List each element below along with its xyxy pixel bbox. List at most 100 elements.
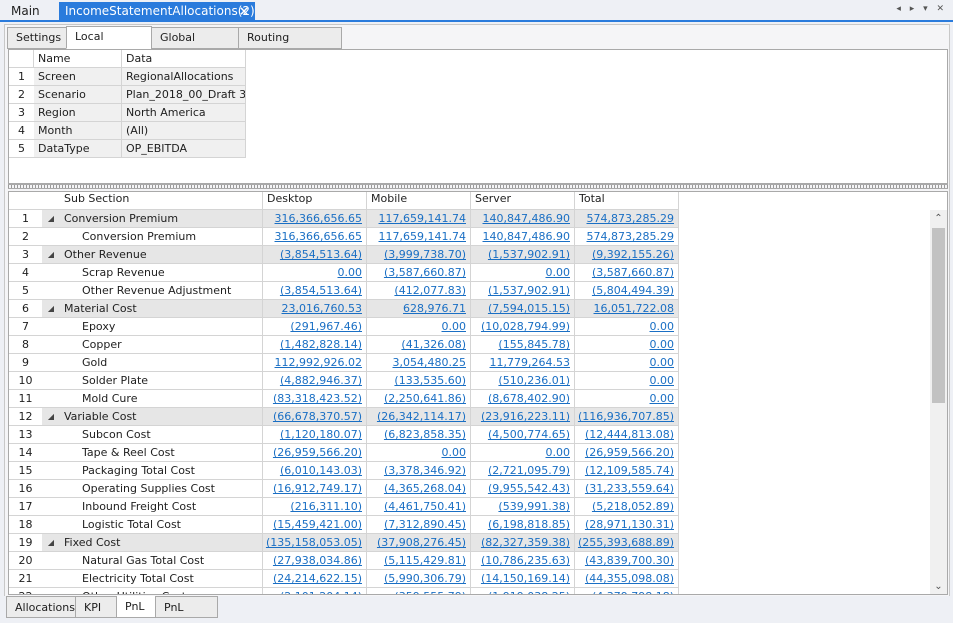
desktop-value-cell[interactable]: (1,120,180.07): [263, 426, 367, 444]
tab-main[interactable]: Main: [3, 2, 48, 22]
desktop-value-cell[interactable]: (66,678,370.57): [263, 408, 367, 426]
mobile-value-link[interactable]: (359,555.79): [394, 590, 466, 594]
mobile-value-link[interactable]: (3,587,660.87): [384, 266, 466, 279]
total-value-link[interactable]: (4,379,798.18): [592, 590, 674, 594]
group-row[interactable]: 1 ◢ Conversion Premium 316,366,656.65 117,65…: [9, 210, 931, 228]
total-value-cell[interactable]: 574,873,285.29: [575, 210, 679, 228]
desktop-value-cell[interactable]: (26,959,566.20): [263, 444, 367, 462]
desktop-value-link[interactable]: (24,214,622.15): [273, 572, 362, 585]
scroll-down-icon[interactable]: ⌄: [930, 578, 947, 594]
server-value-cell[interactable]: (539,991.38): [471, 498, 575, 516]
tab-kpi[interactable]: KPI: [75, 596, 117, 618]
server-value-cell[interactable]: (10,786,235.63): [471, 552, 575, 570]
mobile-value-link[interactable]: (4,365,268.04): [384, 482, 466, 495]
server-value-cell[interactable]: (8,678,402.90): [471, 390, 575, 408]
server-value-link[interactable]: 0.00: [546, 446, 571, 459]
mobile-value-link[interactable]: (5,115,429.81): [384, 554, 466, 567]
mobile-value-link[interactable]: 3,054,480.25: [393, 356, 466, 369]
total-value-cell[interactable]: 0.00: [575, 354, 679, 372]
total-value-link[interactable]: 574,873,285.29: [587, 212, 674, 225]
desktop-value-link[interactable]: 316,366,656.65: [275, 230, 362, 243]
group-row[interactable]: 12 ◢ Variable Cost (66,678,370.57) (26,342,1…: [9, 408, 931, 426]
desktop-value-link[interactable]: 0.00: [338, 266, 363, 279]
total-value-cell[interactable]: 0.00: [575, 318, 679, 336]
desktop-value-cell[interactable]: 23,016,760.53: [263, 300, 367, 318]
total-value-cell[interactable]: 574,873,285.29: [575, 228, 679, 246]
name-column-header[interactable]: Name: [34, 50, 122, 68]
mobile-value-link[interactable]: (412,077.83): [394, 284, 466, 297]
server-value-link[interactable]: (82,327,359.38): [481, 536, 570, 549]
tab-income-statement-allocations[interactable]: IncomeStatementAllocations(2) ×: [59, 2, 255, 22]
server-value-link[interactable]: (6,198,818.85): [488, 518, 570, 531]
mobile-value-cell[interactable]: (4,461,750.41): [367, 498, 471, 516]
server-value-link[interactable]: (1,537,902.91): [488, 248, 570, 261]
desktop-value-link[interactable]: (16,912,749.17): [273, 482, 362, 495]
desktop-value-cell[interactable]: (27,938,034.86): [263, 552, 367, 570]
total-value-link[interactable]: (43,839,700.30): [585, 554, 674, 567]
collapse-toggle-icon[interactable]: ◢: [42, 210, 60, 228]
factor-name[interactable]: Scenario: [34, 86, 122, 104]
desktop-value-link[interactable]: (3,854,513.64): [280, 284, 362, 297]
server-value-link[interactable]: (10,786,235.63): [481, 554, 570, 567]
desktop-value-link[interactable]: (3,854,513.64): [280, 248, 362, 261]
tab-routing-settings[interactable]: Routing Settings: [238, 27, 342, 64]
collapse-toggle-icon[interactable]: ◢: [42, 408, 60, 426]
mobile-value-link[interactable]: 117,659,141.74: [379, 212, 466, 225]
sub-section-name[interactable]: Conversion Premium: [60, 228, 263, 246]
server-value-link[interactable]: (10,028,794.99): [481, 320, 570, 333]
total-value-cell[interactable]: 0.00: [575, 372, 679, 390]
table-row[interactable]: 4 Scrap Revenue 0.00 (3,587,660.87) 0.00 (3,5…: [9, 264, 931, 282]
mobile-value-cell[interactable]: (133,535.60): [367, 372, 471, 390]
total-value-link[interactable]: (5,804,494.39): [592, 284, 674, 297]
group-row[interactable]: 19 ◢ Fixed Cost (135,158,053.05) (37,908,276…: [9, 534, 931, 552]
server-value-cell[interactable]: (510,236.01): [471, 372, 575, 390]
mobile-value-link[interactable]: (3,378,346.92): [384, 464, 466, 477]
mobile-value-link[interactable]: (7,312,890.45): [384, 518, 466, 531]
sub-section-name[interactable]: Logistic Total Cost: [60, 516, 263, 534]
total-value-cell[interactable]: (116,936,707.85): [575, 408, 679, 426]
table-row[interactable]: 17 Inbound Freight Cost (216,311.10) (4,461…: [9, 498, 931, 516]
table-row[interactable]: 5 Other Revenue Adjustment (3,854,513.64) (…: [9, 282, 931, 300]
server-value-link[interactable]: 11,779,264.53: [490, 356, 570, 369]
desktop-value-cell[interactable]: (135,158,053.05): [263, 534, 367, 552]
mobile-value-link[interactable]: 0.00: [442, 446, 467, 459]
table-row[interactable]: 7 Epoxy (291,967.46) 0.00 (10,028,794.99) 0.0…: [9, 318, 931, 336]
tab-scroll-controls[interactable]: ◂ ▸ ▾ ✕: [896, 4, 947, 14]
server-value-link[interactable]: (8,678,402.90): [488, 392, 570, 405]
mobile-value-link[interactable]: (2,250,641.86): [384, 392, 466, 405]
mobile-value-cell[interactable]: (4,365,268.04): [367, 480, 471, 498]
total-column-header[interactable]: Total: [575, 192, 679, 210]
server-value-link[interactable]: (1,919,038.25): [488, 590, 570, 594]
desktop-value-cell[interactable]: 316,366,656.65: [263, 228, 367, 246]
total-value-link[interactable]: (31,233,559.64): [585, 482, 674, 495]
mobile-value-cell[interactable]: 0.00: [367, 444, 471, 462]
desktop-value-cell[interactable]: 316,366,656.65: [263, 210, 367, 228]
desktop-value-cell[interactable]: 112,992,926.02: [263, 354, 367, 372]
sub-section-name[interactable]: Electricity Total Cost: [60, 570, 263, 588]
factor-value[interactable]: OP_EBITDA: [122, 140, 246, 158]
desktop-value-link[interactable]: (27,938,034.86): [273, 554, 362, 567]
total-value-cell[interactable]: 0.00: [575, 390, 679, 408]
table-row[interactable]: 14 Tape & Reel Cost (26,959,566.20) 0.00 0.0…: [9, 444, 931, 462]
mobile-value-link[interactable]: 0.00: [442, 320, 467, 333]
sub-section-name[interactable]: Material Cost: [60, 300, 263, 318]
desktop-value-cell[interactable]: (3,854,513.64): [263, 246, 367, 264]
mobile-value-link[interactable]: (3,999,738.70): [384, 248, 466, 261]
sub-section-name[interactable]: Fixed Cost: [60, 534, 263, 552]
total-value-link[interactable]: (255,393,688.89): [578, 536, 674, 549]
server-value-cell[interactable]: (82,327,359.38): [471, 534, 575, 552]
sub-section-name[interactable]: Conversion Premium: [60, 210, 263, 228]
server-value-cell[interactable]: (7,594,015.15): [471, 300, 575, 318]
table-row[interactable]: 21 Electricity Total Cost (24,214,622.15) (…: [9, 570, 931, 588]
total-value-link[interactable]: 16,051,722.08: [594, 302, 674, 315]
close-icon[interactable]: ×: [239, 2, 249, 21]
sub-section-name[interactable]: Epoxy: [60, 318, 263, 336]
desktop-value-link[interactable]: (4,882,946.37): [280, 374, 362, 387]
sub-section-name[interactable]: Gold: [60, 354, 263, 372]
server-value-link[interactable]: (155,845.78): [498, 338, 570, 351]
mobile-value-cell[interactable]: (412,077.83): [367, 282, 471, 300]
total-value-cell[interactable]: (3,587,660.87): [575, 264, 679, 282]
mobile-value-cell[interactable]: (26,342,114.17): [367, 408, 471, 426]
server-value-cell[interactable]: (4,500,774.65): [471, 426, 575, 444]
table-row[interactable]: 20 Natural Gas Total Cost (27,938,034.86) (…: [9, 552, 931, 570]
